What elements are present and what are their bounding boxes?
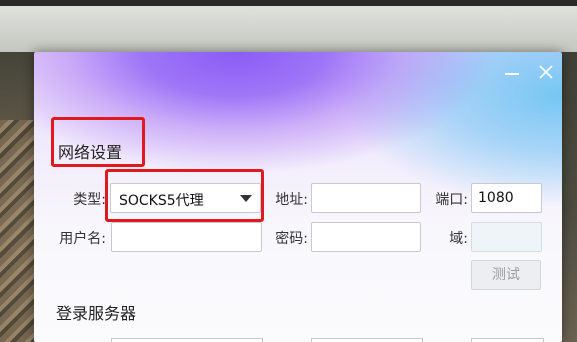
proxy-type-select[interactable]: SOCKS5代理 (110, 183, 261, 213)
password-input[interactable] (311, 222, 421, 252)
chevron-down-icon (240, 195, 252, 202)
address-label: 地址: (275, 192, 308, 208)
network-settings-dialog: 网络设置 类型: SOCKS5代理 地址: 端口: 用户名: 密码: 域: 测试… (34, 52, 562, 342)
address-input[interactable] (311, 183, 421, 213)
domain-label: 域: (449, 231, 468, 247)
username-input[interactable] (111, 222, 262, 252)
domain-input[interactable] (471, 222, 542, 252)
close-icon (539, 65, 553, 79)
login-server-title: 登录服务器 (56, 304, 137, 323)
minimize-button[interactable] (502, 62, 522, 82)
type-label: 类型: (73, 192, 106, 208)
login-field-partial-3[interactable] (471, 338, 544, 342)
login-field-partial-2[interactable] (311, 338, 423, 342)
port-input[interactable] (471, 183, 542, 213)
proxy-type-value: SOCKS5代理 (119, 193, 204, 209)
minimize-icon (505, 73, 519, 75)
network-settings-title: 网络设置 (58, 143, 123, 162)
desktop-backdrop (0, 6, 577, 52)
port-label: 端口: (435, 192, 468, 208)
login-field-partial-1[interactable] (111, 338, 263, 342)
password-label: 密码: (275, 231, 308, 247)
test-button[interactable]: 测试 (471, 260, 541, 290)
close-button[interactable] (536, 62, 556, 82)
username-label: 用户名: (59, 231, 106, 247)
